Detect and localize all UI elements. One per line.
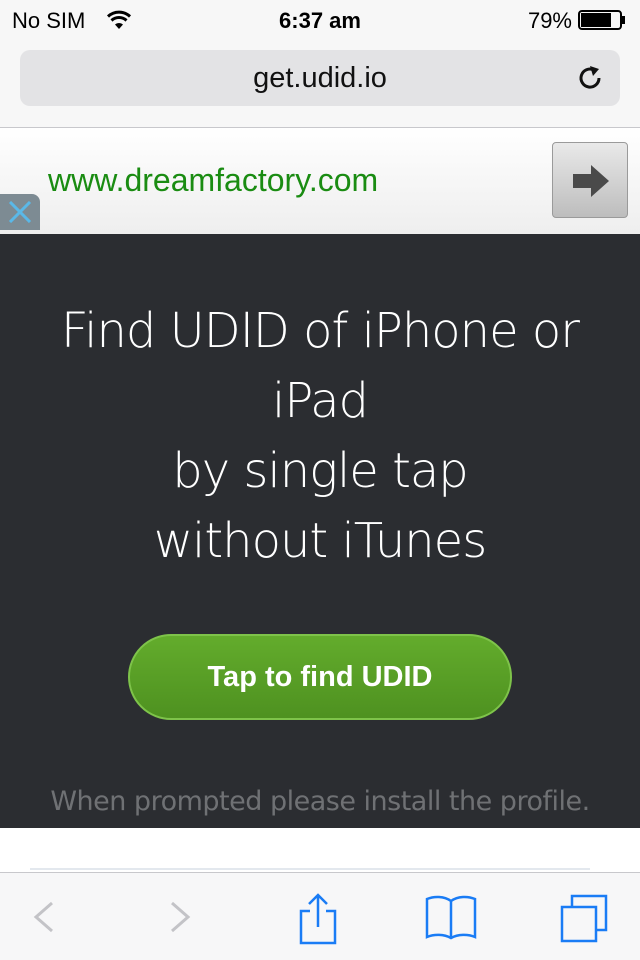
ad-banner[interactable]: www.dreamfactory.com	[0, 128, 640, 234]
status-bar: No SIM 6:37 am 79%	[0, 0, 640, 40]
hero-title-line: by single tap	[172, 443, 469, 499]
ad-arrow-button[interactable]	[552, 142, 628, 218]
hero-title-line: iPad	[271, 373, 369, 429]
ad-close-button[interactable]	[0, 194, 40, 230]
bottom-toolbar	[0, 872, 640, 960]
battery-percentage: 79%	[527, 8, 572, 33]
content-divider	[30, 868, 590, 870]
reload-icon[interactable]	[574, 62, 606, 94]
url-text[interactable]: get.udid.io	[20, 62, 620, 95]
tabs-icon[interactable]	[558, 893, 610, 945]
close-icon	[8, 201, 32, 223]
share-icon[interactable]	[296, 893, 340, 945]
arrow-right-icon	[573, 165, 609, 197]
hero-section: Find UDID of iPhone or iPad by single ta…	[0, 234, 640, 828]
hero-title-line: without iTunes	[153, 513, 487, 569]
page-content-below	[0, 828, 640, 872]
battery-icon	[578, 10, 625, 30]
address-bar[interactable]: get.udid.io	[20, 50, 620, 106]
profile-note: When prompted please install the profile…	[50, 786, 590, 817]
back-icon[interactable]	[30, 893, 56, 941]
hero-title: Find UDID of iPhone or iPad by single ta…	[20, 296, 620, 576]
forward-icon[interactable]	[168, 893, 194, 941]
ad-link[interactable]: www.dreamfactory.com	[48, 162, 378, 199]
bookmarks-icon[interactable]	[424, 893, 478, 941]
find-udid-button[interactable]: Tap to find UDID	[128, 634, 512, 720]
hero-title-line: Find UDID of iPhone or	[61, 303, 580, 359]
